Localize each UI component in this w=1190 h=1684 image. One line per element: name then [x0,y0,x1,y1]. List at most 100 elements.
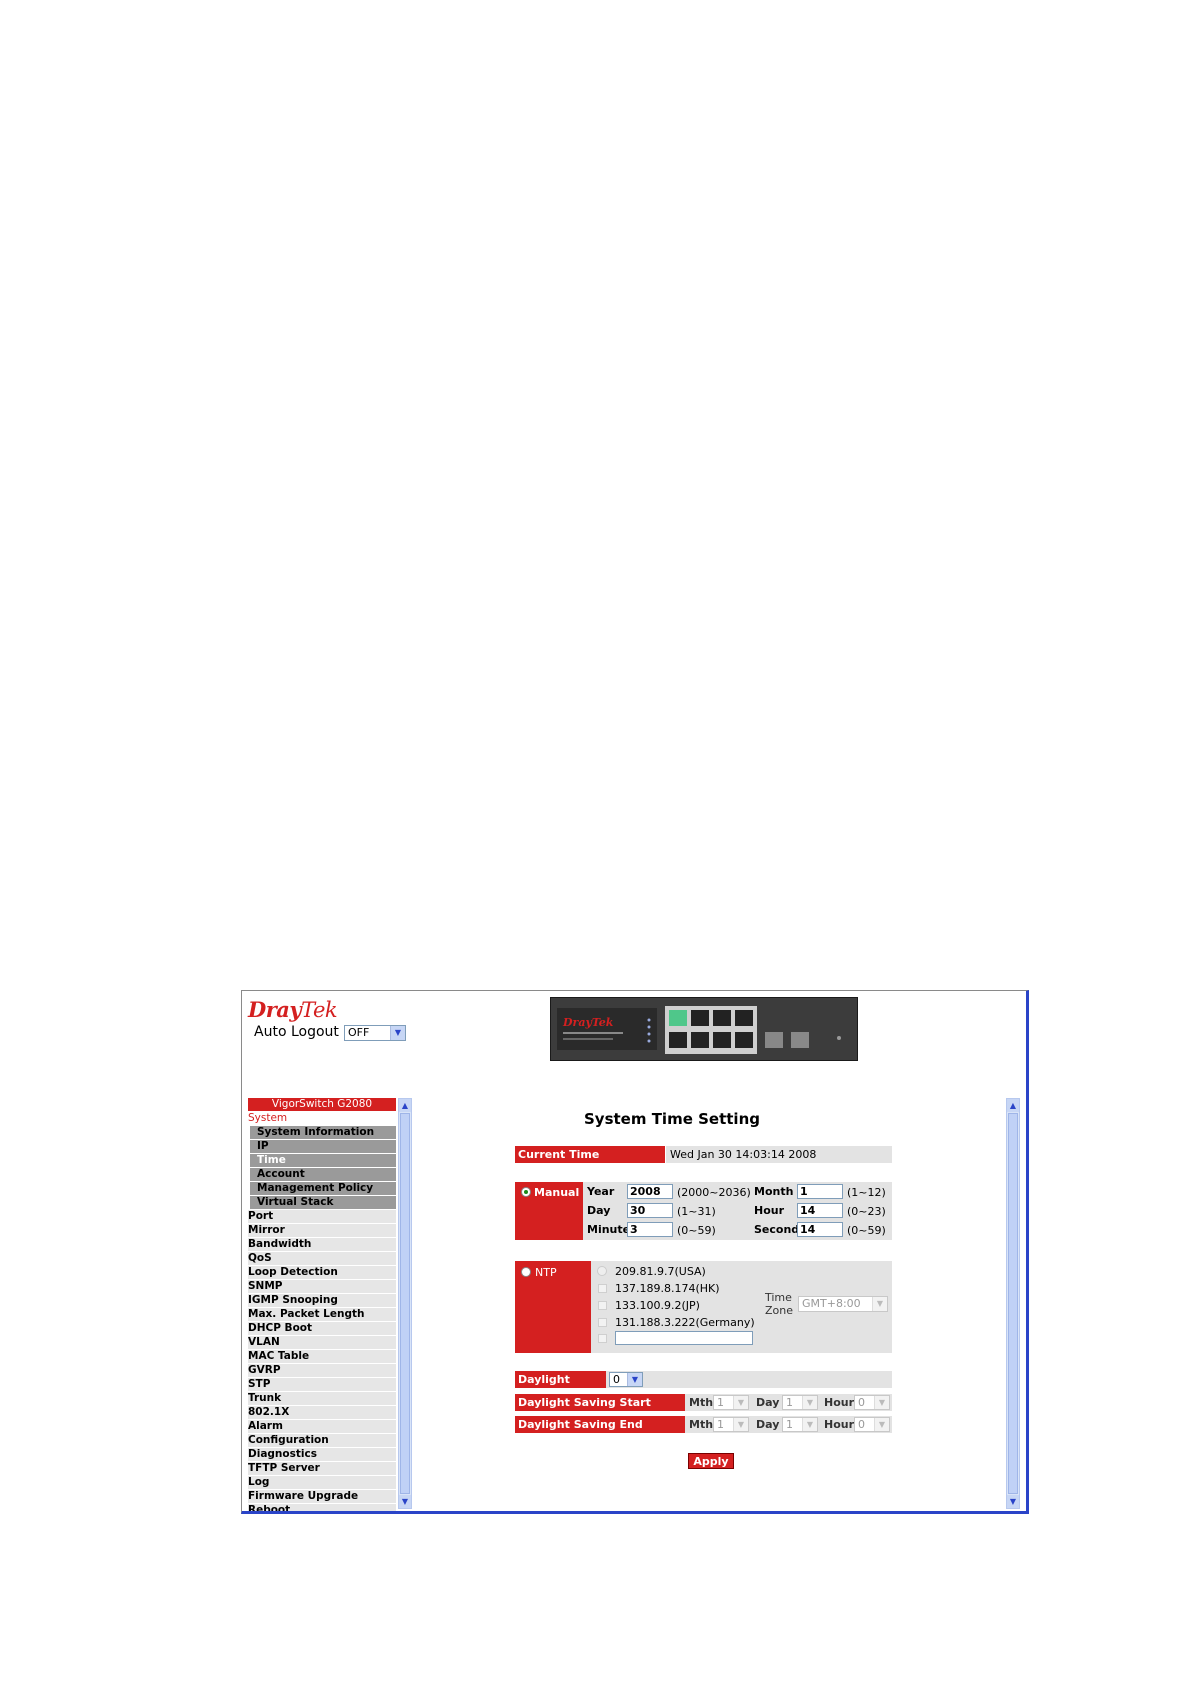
main-scrollbar[interactable]: ▲ ▼ [1006,1098,1020,1509]
apply-button[interactable]: Apply [688,1453,734,1469]
ntp-server-radio[interactable] [598,1318,607,1327]
end-hour-select[interactable]: 0 ▼ [854,1417,890,1432]
ntp-custom-input[interactable] [615,1331,753,1345]
ntp-label: NTP [535,1266,557,1279]
page-title: System Time Setting [584,1110,760,1128]
sidebar-item-reboot[interactable]: Reboot [248,1504,396,1511]
start-hour-label: Hour [824,1396,855,1409]
sidebar-item-max-packet-length[interactable]: Max. Packet Length [248,1308,396,1322]
month-input[interactable]: 1 [797,1184,843,1199]
sidebar-subitem-virtual-stack[interactable]: Virtual Stack [250,1196,396,1210]
time-zone-label-1: Time [765,1291,792,1304]
month-range: (1~12) [847,1186,886,1199]
minute-input[interactable]: 3 [627,1222,673,1237]
sidebar-item-tftp-server[interactable]: TFTP Server [248,1462,396,1476]
sidebar-scrollbar[interactable]: ▲ ▼ [398,1098,412,1509]
end-mth-select[interactable]: 1 ▼ [713,1417,749,1432]
sidebar-item-firmware-upgrade[interactable]: Firmware Upgrade [248,1490,396,1504]
end-day-value: 1 [786,1418,793,1431]
daylight-start-label: Daylight Saving Start [515,1394,685,1411]
sidebar-item-snmp[interactable]: SNMP [248,1280,396,1294]
sidebar-subitem-time[interactable]: Time [250,1154,396,1168]
year-range: (2000~2036) [677,1186,751,1199]
scroll-down-icon[interactable]: ▼ [399,1495,411,1508]
sidebar-item-alarm[interactable]: Alarm [248,1420,396,1434]
sidebar-scroll-thumb[interactable] [400,1113,410,1494]
ntp-server-3: 133.100.9.2(JP) [615,1299,700,1312]
sidebar-subitem-system-information[interactable]: System Information [250,1126,396,1140]
auto-logout-label: Auto Logout [254,1024,339,1040]
chevron-down-icon: ▼ [874,1396,889,1409]
year-label: Year [587,1185,615,1198]
manual-radio[interactable] [521,1187,531,1197]
sidebar-subitem-account[interactable]: Account [250,1168,396,1182]
manual-label: Manual [534,1186,580,1199]
sidebar-item-qos[interactable]: QoS [248,1252,396,1266]
second-input[interactable]: 14 [797,1222,843,1237]
start-hour-select[interactable]: 0 ▼ [854,1395,890,1410]
switch-device-image: DrayTek [550,997,858,1061]
sidebar-item-trunk[interactable]: Trunk [248,1392,396,1406]
chevron-down-icon: ▼ [627,1373,642,1386]
browser-frame: DrayTek Auto Logout OFF ▼ DrayTek VigorS… [241,990,1029,1514]
scroll-up-icon[interactable]: ▲ [399,1099,411,1112]
sidebar-subitem-management-policy[interactable]: Management Policy [250,1182,396,1196]
current-time-value: Wed Jan 30 14:03:14 2008 [670,1148,817,1161]
sidebar-title[interactable]: VigorSwitch G2080 [248,1098,396,1112]
sidebar-item-diagnostics[interactable]: Diagnostics [248,1448,396,1462]
daylight-saving-value: 0 [613,1373,620,1386]
start-mth-select[interactable]: 1 ▼ [713,1395,749,1410]
sidebar-item-dhcp-boot[interactable]: DHCP Boot [248,1322,396,1336]
ntp-server-2: 137.189.8.174(HK) [615,1282,720,1295]
start-mth-value: 1 [717,1396,724,1409]
time-zone-value: GMT+8:00 [802,1297,861,1310]
hour-input[interactable]: 14 [797,1203,843,1218]
time-zone-select[interactable]: GMT+8:00 ▼ [798,1296,888,1312]
start-hour-value: 0 [858,1396,865,1409]
end-mth-label: Mth [689,1418,714,1431]
sidebar-item-stp[interactable]: STP [248,1378,396,1392]
end-day-select[interactable]: 1 ▼ [782,1417,818,1432]
start-mth-label: Mth [689,1396,714,1409]
sidebar-item-mirror[interactable]: Mirror [248,1224,396,1238]
ntp-radio[interactable] [521,1267,531,1277]
sidebar-item-mac-table[interactable]: MAC Table [248,1350,396,1364]
sidebar-subitem-ip[interactable]: IP [250,1140,396,1154]
sidebar-item-vlan[interactable]: VLAN [248,1336,396,1350]
sidebar-item-802-1x[interactable]: 802.1X [248,1406,396,1420]
draytek-logo: DrayTek [248,997,338,1022]
chevron-down-icon: ▼ [733,1396,748,1409]
sidebar-item-bandwidth[interactable]: Bandwidth [248,1238,396,1252]
auto-logout-select[interactable]: OFF ▼ [344,1025,406,1041]
svg-text:DrayTek: DrayTek [562,1016,614,1029]
end-hour-value: 0 [858,1418,865,1431]
day-input[interactable]: 30 [627,1203,673,1218]
chevron-down-icon: ▼ [390,1026,405,1040]
main-scroll-thumb[interactable] [1008,1113,1018,1494]
sidebar-item-loop-detection[interactable]: Loop Detection [248,1266,396,1280]
end-hour-label: Hour [824,1418,855,1431]
daylight-saving-select[interactable]: 0 ▼ [609,1372,643,1387]
ntp-server-radio[interactable] [598,1284,607,1293]
chevron-down-icon: ▼ [802,1396,817,1409]
ntp-server-radio[interactable] [597,1266,607,1276]
start-day-select[interactable]: 1 ▼ [782,1395,818,1410]
sidebar-item-configuration[interactable]: Configuration [248,1434,396,1448]
minute-label: Minute [587,1223,631,1236]
day-label: Day [587,1204,611,1217]
scroll-up-icon[interactable]: ▲ [1007,1099,1019,1112]
sidebar-item-log[interactable]: Log [248,1476,396,1490]
sidebar-item-port[interactable]: Port [248,1210,396,1224]
second-label: Second [754,1223,800,1236]
hour-label: Hour [754,1204,785,1217]
minute-range: (0~59) [677,1224,716,1237]
scroll-down-icon[interactable]: ▼ [1007,1495,1019,1508]
sidebar-section-system[interactable]: System [248,1112,396,1126]
sidebar-item-gvrp[interactable]: GVRP [248,1364,396,1378]
ntp-custom-radio[interactable] [598,1334,607,1343]
ntp-server-radio[interactable] [598,1301,607,1310]
year-input[interactable]: 2008 [627,1184,673,1199]
sidebar-item-igmp-snooping[interactable]: IGMP Snooping [248,1294,396,1308]
daylight-saving-row [606,1371,892,1388]
daylight-end-label: Daylight Saving End [515,1416,685,1433]
